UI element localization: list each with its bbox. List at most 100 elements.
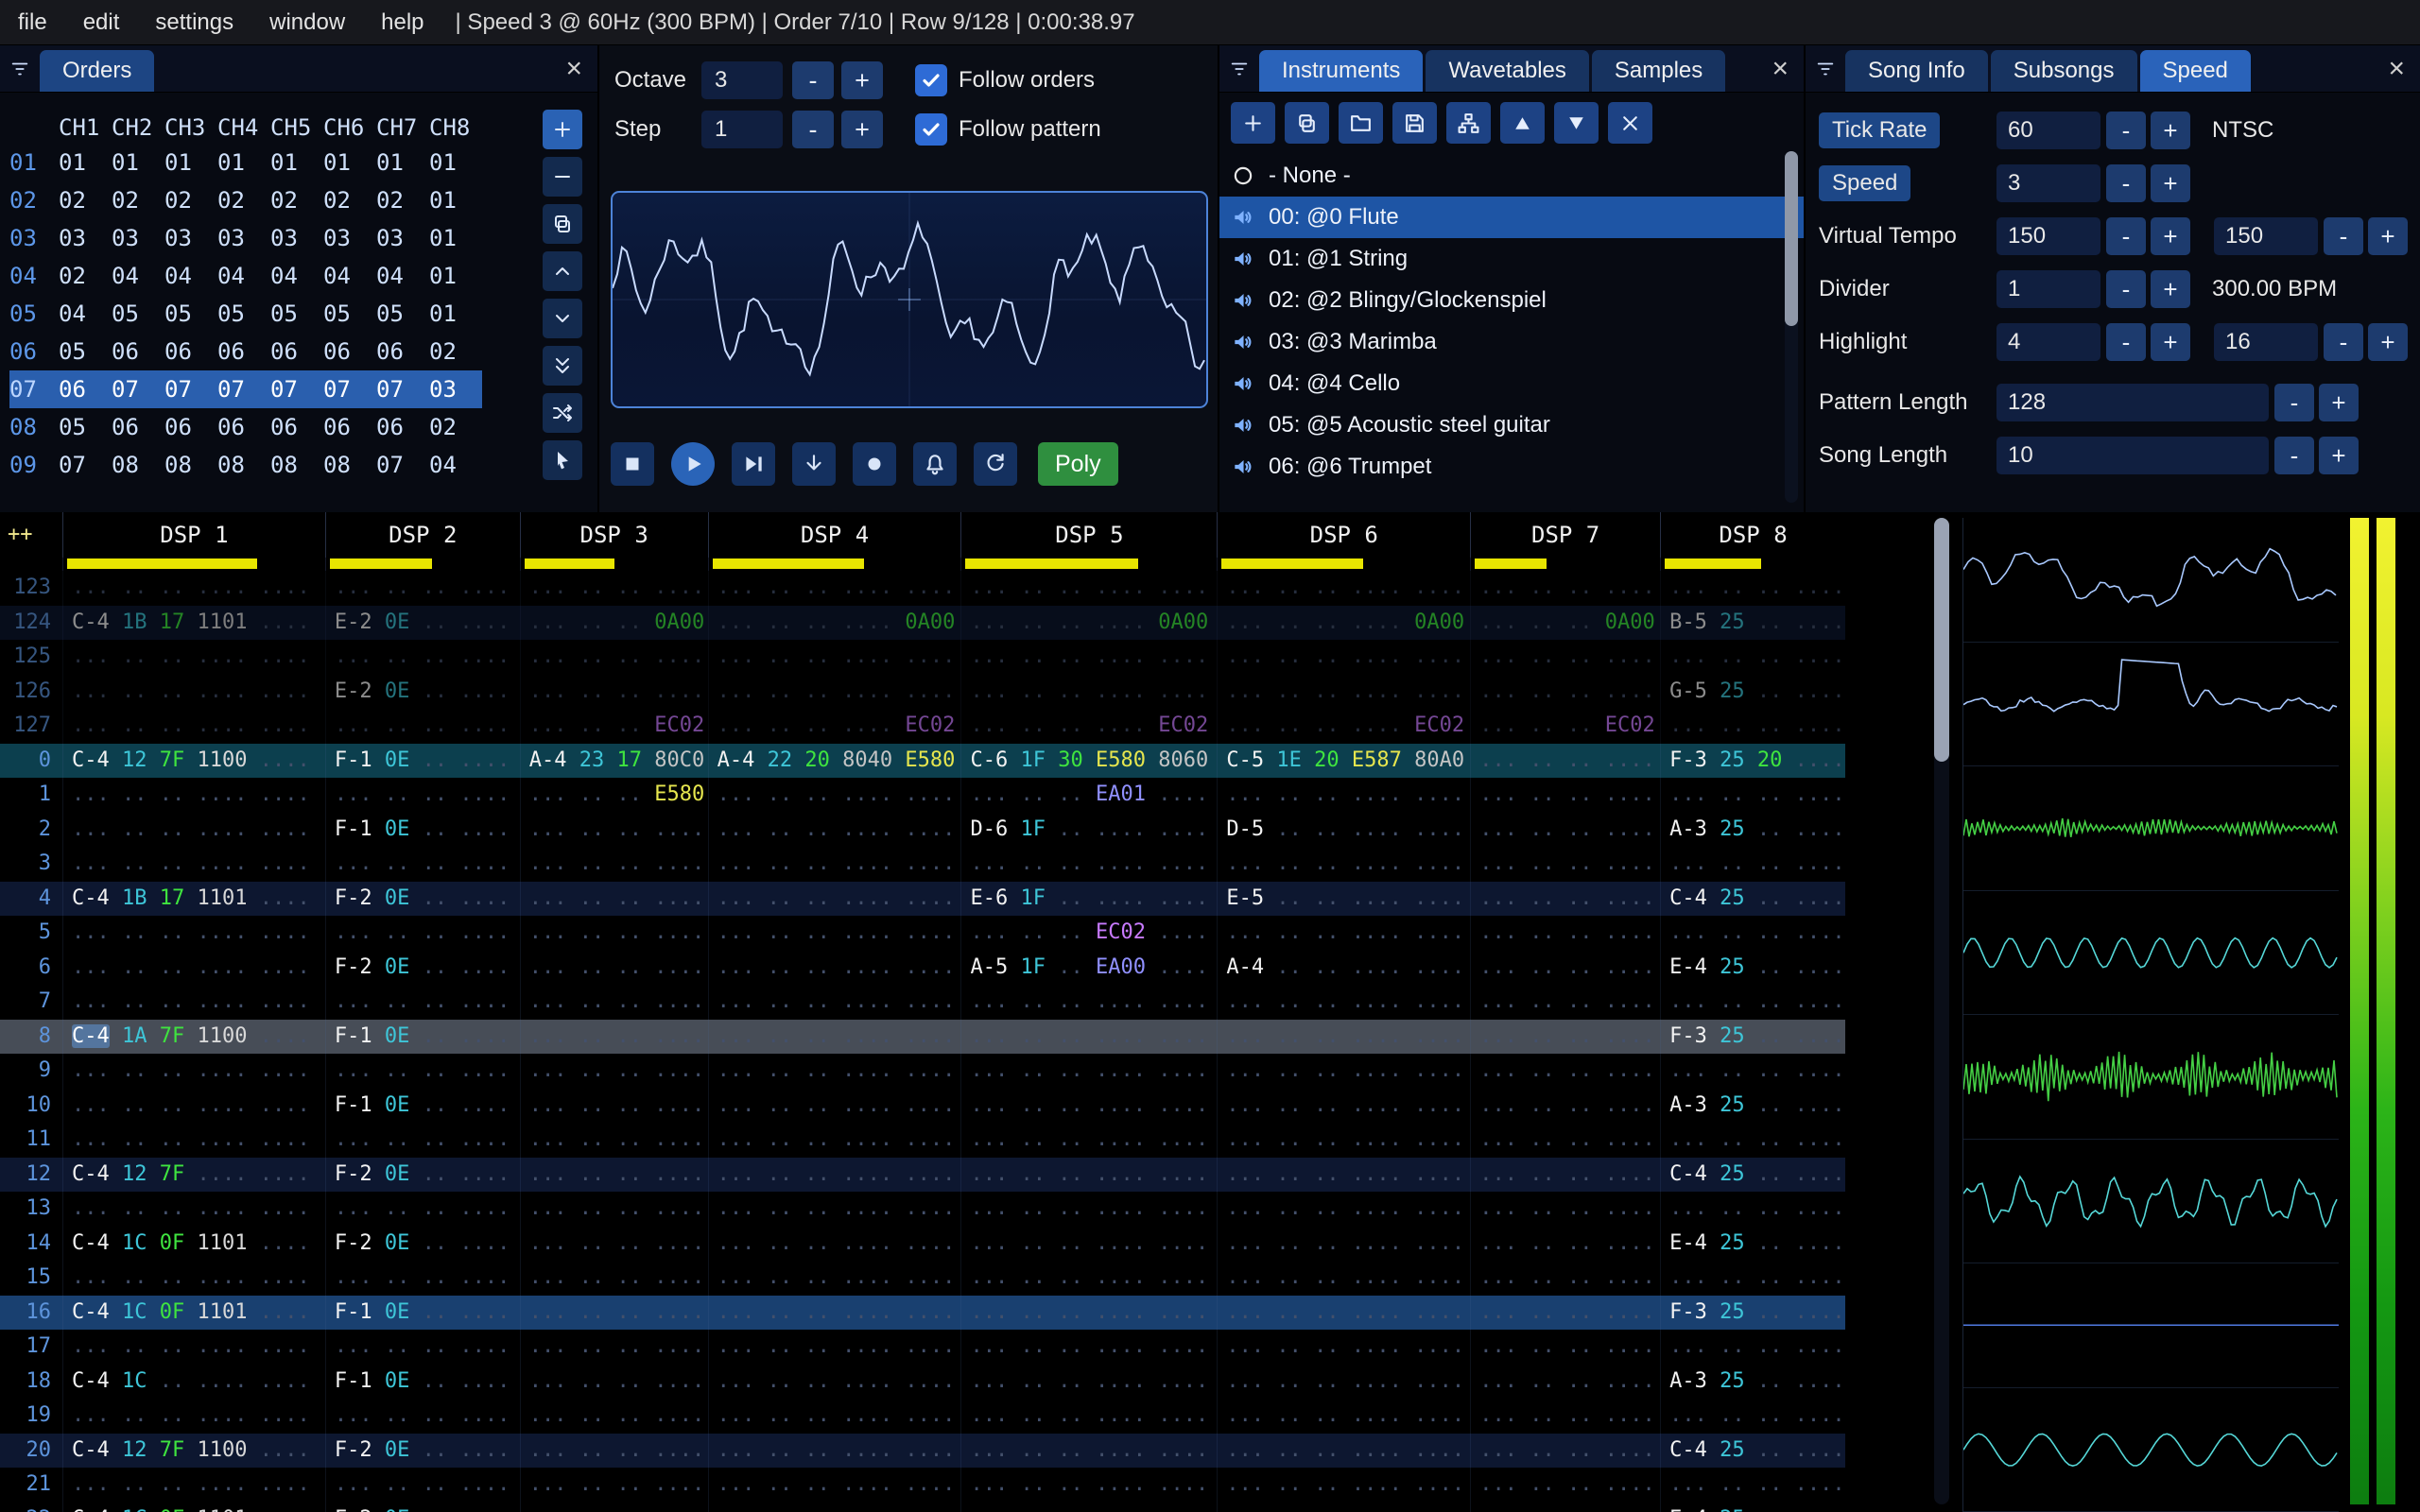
- pattern-cell[interactable]: ... .. .. ....: [519, 950, 708, 985]
- order-cell[interactable]: 07: [217, 376, 270, 403]
- highlight-first-decrease-button[interactable]: -: [2106, 323, 2146, 361]
- pattern-cell[interactable]: ... .. .. ....: [1660, 847, 1845, 882]
- order-cell[interactable]: 02: [164, 187, 217, 214]
- channel-header[interactable]: DSP 5: [960, 512, 1217, 558]
- pattern-cell[interactable]: ... .. .. .... ....: [1217, 1364, 1470, 1399]
- order-cell[interactable]: 07: [270, 376, 323, 403]
- order-cell[interactable]: 06: [164, 338, 217, 365]
- order-cell[interactable]: 03: [112, 225, 164, 251]
- pattern-row[interactable]: 20 C-4 12 7F 1100 .... F-2 0E .. ....... .…: [0, 1433, 1845, 1468]
- pattern-cell[interactable]: ... .. .. ....: [519, 1364, 708, 1399]
- order-cell[interactable]: 02: [112, 187, 164, 214]
- order-cell[interactable]: 01: [323, 149, 376, 176]
- pattern-cell[interactable]: F-3 25 .. ....: [1660, 1019, 1845, 1054]
- order-cell[interactable]: 01: [429, 187, 482, 214]
- pattern-row[interactable]: 8 C-4 1A 7F 1100 .... F-1 0E .. ....... ..…: [0, 1019, 1845, 1054]
- menu-file[interactable]: file: [0, 0, 65, 45]
- tick-rate-increase-button[interactable]: +: [2151, 112, 2190, 149]
- window-menu-icon[interactable]: [0, 45, 40, 93]
- pattern-cell[interactable]: E-4 25 .. ....: [1660, 1226, 1845, 1261]
- pattern-cell[interactable]: A-3 25 .. ....: [1660, 1364, 1845, 1399]
- pattern-cell[interactable]: ... .. .. .... ....: [960, 1468, 1217, 1503]
- pattern-cell[interactable]: ... .. .. .... ....: [1217, 1502, 1470, 1512]
- pattern-row[interactable]: 22C-4 1C 0F 1101 ....F-2 0E .. ....... .…: [0, 1502, 1845, 1512]
- order-cell[interactable]: 07: [376, 376, 429, 403]
- pattern-row[interactable]: 7... .. .. .... ....... .. .. ....... ..…: [0, 985, 1845, 1020]
- pattern-cell[interactable]: ... .. .. ....: [519, 1468, 708, 1503]
- pattern-row[interactable]: 1... .. .. .... ....... .. .. ....... ..…: [0, 778, 1845, 813]
- song-length-input[interactable]: 10: [1996, 437, 2269, 474]
- tab-orders[interactable]: Orders: [40, 50, 155, 92]
- order-cell[interactable]: 08: [164, 452, 217, 478]
- pattern-cell[interactable]: ... .. .. ....: [519, 1399, 708, 1434]
- channel-header[interactable]: DSP 7: [1470, 512, 1660, 558]
- pattern-cell[interactable]: ... .. .. .... ....: [1217, 1054, 1470, 1089]
- pattern-cell[interactable]: ... .. .. .... ....: [960, 1433, 1217, 1468]
- pattern-cell[interactable]: ... .. .. ....: [1470, 1157, 1660, 1192]
- pattern-cell[interactable]: ... .. .. ....: [1470, 847, 1660, 882]
- order-cell[interactable]: 01: [429, 301, 482, 327]
- pattern-cell[interactable]: E-4 25 .. ....: [1660, 1502, 1845, 1512]
- order-row[interactable]: 06 05 06 06 06 06 06 06 02: [9, 333, 482, 370]
- follow-orders-checkbox[interactable]: [915, 64, 947, 96]
- tick-rate-button[interactable]: Tick Rate: [1819, 112, 1941, 148]
- pattern-cell[interactable]: A-4 22 20 8040 E580: [707, 743, 961, 778]
- pattern-row[interactable]: 124 C-4 1B 17 1101 .... E-2 0E .. ....... …: [0, 605, 1845, 640]
- scrollbar-thumb[interactable]: [1785, 151, 1798, 326]
- order-cell[interactable]: 08: [112, 452, 164, 478]
- order-cell[interactable]: 05: [112, 301, 164, 327]
- pattern-cell[interactable]: ... .. .. .... EC02: [960, 709, 1217, 744]
- order-row[interactable]: 08 05 06 06 06 06 06 06 02: [9, 408, 482, 446]
- pattern-cell[interactable]: ... .. .. ....: [324, 571, 520, 606]
- order-cell[interactable]: 01: [217, 149, 270, 176]
- pattern-cell[interactable]: ... .. .. ....: [1470, 1295, 1660, 1330]
- order-row[interactable]: 02 02 02 02 02 02 02 02 01: [9, 181, 482, 219]
- pattern-cell[interactable]: ... .. .. .... ....: [707, 1019, 961, 1054]
- pattern-cell[interactable]: ... .. .. .... ....: [960, 1226, 1217, 1261]
- pattern-cell[interactable]: ... .. .. ....: [1470, 1054, 1660, 1089]
- pattern-cell[interactable]: ... .. .. .... ....: [707, 881, 961, 916]
- pattern-cell[interactable]: ... .. .. EC02: [1470, 709, 1660, 744]
- pattern-cell[interactable]: A-3 25 .. ....: [1660, 1088, 1845, 1123]
- channel-header[interactable]: DSP 4: [707, 512, 961, 558]
- order-cell[interactable]: 01: [59, 149, 112, 176]
- pattern-cell[interactable]: ... .. .. .... ....: [960, 640, 1217, 675]
- pattern-cell[interactable]: ... .. .. ....: [519, 1123, 708, 1158]
- pattern-cell[interactable]: ... .. .. .... ....: [1217, 1157, 1470, 1192]
- divider-increase-button[interactable]: +: [2151, 270, 2190, 308]
- instrument-item[interactable]: 05: @5 Acoustic steel guitar: [1219, 404, 1804, 446]
- tab-wavetables[interactable]: Wavetables: [1426, 50, 1589, 92]
- pattern-cell[interactable]: ... .. .. .... ....: [960, 1364, 1217, 1399]
- pattern-cell[interactable]: ... .. .. .... ....: [707, 916, 961, 951]
- order-row[interactable]: 01 01 01 01 01 01 01 01 01: [9, 144, 482, 181]
- instrument-item[interactable]: 00: @0 Flute: [1219, 197, 1804, 238]
- order-cell[interactable]: 07: [323, 376, 376, 403]
- pattern-cell[interactable]: E-6 1F .. .... ....: [960, 881, 1217, 916]
- order-cell[interactable]: 04: [429, 452, 482, 478]
- octave-decrease-button[interactable]: -: [792, 61, 834, 99]
- pattern-cell[interactable]: ... .. .. ....: [324, 1399, 520, 1434]
- window-menu-icon[interactable]: [1806, 45, 1845, 93]
- pattern-cell[interactable]: ... .. .. ....: [519, 1054, 708, 1089]
- instrument-item[interactable]: 04: @4 Cello: [1219, 363, 1804, 404]
- pattern-row[interactable]: 4 C-4 1B 17 1101 .... F-2 0E .. ....... ..…: [0, 881, 1845, 916]
- order-cell[interactable]: 01: [164, 149, 217, 176]
- pattern-cell[interactable]: F-1 0E .. ....: [324, 743, 520, 778]
- order-cell[interactable]: 06: [59, 376, 112, 403]
- pattern-cell[interactable]: ... .. .. ....: [1470, 640, 1660, 675]
- pattern-scrollbar[interactable]: [1934, 518, 1949, 1504]
- pattern-cell[interactable]: ... .. .. ....: [519, 1157, 708, 1192]
- close-icon[interactable]: ×: [550, 53, 597, 85]
- order-row[interactable]: 09 07 08 08 08 08 08 07 04: [9, 446, 482, 484]
- order-cell[interactable]: 05: [164, 301, 217, 327]
- pattern-cell[interactable]: ... .. .. .... ....: [1217, 778, 1470, 813]
- pattern-cell[interactable]: ... .. .. EC02: [519, 709, 708, 744]
- pattern-cell[interactable]: ... .. .. .... ....: [707, 985, 961, 1020]
- pattern-row[interactable]: 6... .. .. .... .... F-2 0E .. ....... ..…: [0, 950, 1845, 985]
- step-row-button[interactable]: [792, 442, 836, 486]
- pattern-cell[interactable]: ... .. .. .... ....: [707, 1054, 961, 1089]
- tab-samples[interactable]: Samples: [1591, 50, 1726, 92]
- order-cell[interactable]: 02: [376, 187, 429, 214]
- pattern-cell[interactable]: ... .. .. .... ....: [707, 812, 961, 847]
- pattern-cell[interactable]: F-2 0E .. ....: [324, 881, 520, 916]
